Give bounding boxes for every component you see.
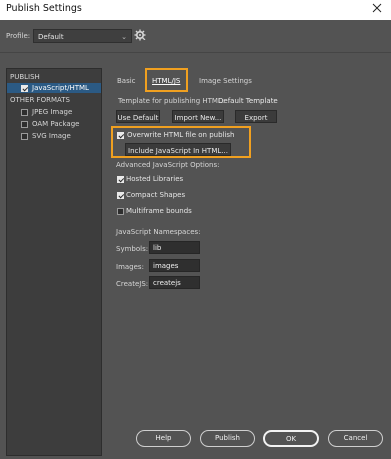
publish-header-label: PUBLISH (10, 73, 40, 81)
compact-shapes-checkbox[interactable] (117, 192, 124, 199)
profile-value: Default (38, 33, 64, 41)
tab-image-settings[interactable]: Image Settings (199, 77, 252, 85)
createjs-label: CreateJS: (116, 280, 149, 288)
close-icon[interactable] (371, 2, 383, 14)
cancel-button[interactable]: Cancel (328, 430, 383, 447)
window-title: Publish Settings (6, 3, 82, 14)
overwrite-checkbox[interactable] (117, 132, 124, 139)
publish-header: PUBLISH (7, 72, 101, 82)
title-bar: Publish Settings (0, 0, 391, 20)
namespaces-header: JavaScript Namespaces: (116, 228, 201, 236)
publish-label: Publish (215, 434, 240, 442)
ok-button[interactable]: OK (263, 430, 319, 447)
format-item-javascript-html[interactable]: JavaScript/HTML (7, 83, 101, 93)
symbols-value: lib (153, 244, 162, 252)
multiframe-bounds-label: Multiframe bounds (126, 207, 192, 215)
format-item-svg[interactable]: SVG Image (7, 131, 101, 141)
images-value: images (153, 262, 179, 270)
tab-basic[interactable]: Basic (117, 77, 136, 85)
profile-label: Profile: (6, 32, 31, 40)
import-new-button[interactable]: Import New... (172, 110, 224, 123)
format-list-panel: PUBLISH JavaScript/HTML OTHER FORMATS JP… (6, 68, 102, 456)
template-label: Template for publishing HTML: (118, 97, 225, 105)
format-item-label: JPEG Image (32, 108, 73, 116)
images-input[interactable]: images (149, 259, 200, 272)
symbols-label: Symbols: (116, 245, 149, 253)
symbols-input[interactable]: lib (149, 241, 200, 254)
ok-label: OK (285, 435, 297, 443)
publish-button[interactable]: Publish (200, 430, 255, 447)
use-default-button[interactable]: Use Default (116, 110, 160, 123)
import-new-label: Import New... (174, 114, 222, 122)
gear-icon[interactable] (134, 29, 146, 41)
format-item-label: OAM Package (32, 120, 80, 128)
help-button[interactable]: Help (136, 430, 191, 447)
createjs-input[interactable]: createjs (149, 276, 200, 289)
format-item-oam[interactable]: OAM Package (7, 119, 101, 129)
javascript-html-checkbox[interactable] (21, 84, 28, 92)
format-item-label: JavaScript/HTML (32, 84, 89, 92)
format-item-jpeg[interactable]: JPEG Image (7, 107, 101, 117)
createjs-value: createjs (153, 279, 181, 287)
hosted-libraries-label: Hosted Libraries (126, 175, 184, 183)
images-label: Images: (116, 263, 144, 271)
tab-html-js[interactable]: HTML/JS (152, 77, 180, 85)
overwrite-label: Overwrite HTML file on publish (127, 131, 235, 139)
profile-bar: Profile: Default ⌄ (0, 20, 391, 53)
template-value: Default Template (218, 97, 278, 105)
export-label: Export (244, 114, 268, 122)
hosted-libraries-checkbox[interactable] (117, 176, 124, 183)
compact-shapes-label: Compact Shapes (126, 191, 186, 199)
chevron-down-icon: ⌄ (121, 33, 127, 41)
svg-checkbox[interactable] (21, 132, 28, 140)
other-formats-label: OTHER FORMATS (10, 96, 70, 104)
export-button[interactable]: Export (235, 110, 277, 123)
advanced-header: Advanced JavaScript Options: (116, 161, 220, 169)
use-default-label: Use Default (117, 114, 159, 122)
format-item-label: SVG Image (32, 132, 71, 140)
include-javascript-label: Include JavaScript In HTML... (128, 147, 228, 155)
jpeg-checkbox[interactable] (21, 108, 28, 116)
oam-checkbox[interactable] (21, 120, 28, 128)
profile-dropdown[interactable]: Default ⌄ (33, 29, 132, 43)
help-label: Help (155, 434, 172, 442)
include-javascript-button[interactable]: Include JavaScript In HTML... (125, 143, 231, 156)
other-formats-header: OTHER FORMATS (7, 95, 101, 105)
multiframe-bounds-checkbox[interactable] (117, 208, 124, 215)
cancel-label: Cancel (343, 434, 368, 442)
